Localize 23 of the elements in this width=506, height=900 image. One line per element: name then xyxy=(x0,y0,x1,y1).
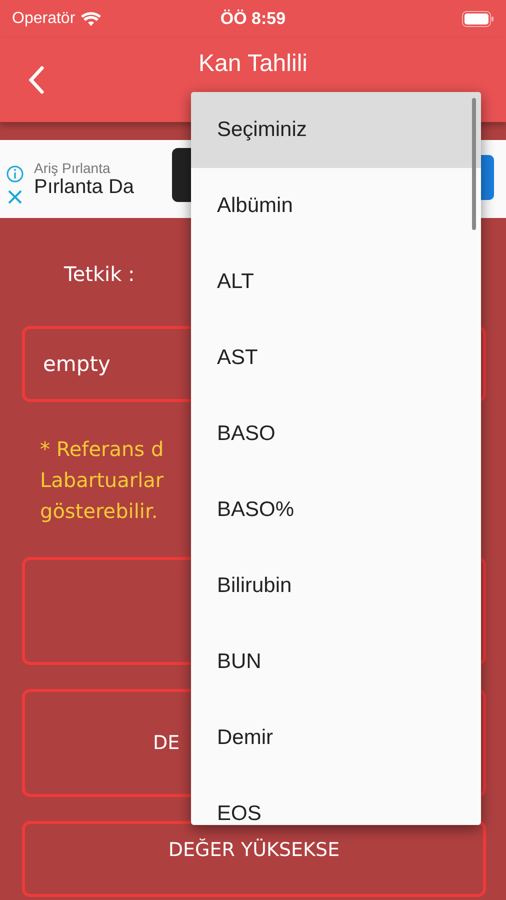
dropdown-option[interactable]: ALT xyxy=(191,244,481,320)
dropdown-option[interactable]: BASO% xyxy=(191,472,481,548)
scrollbar[interactable] xyxy=(472,98,476,230)
dropdown-option[interactable]: Bilirubin xyxy=(191,548,481,624)
note-text: gösterebilir. xyxy=(40,498,158,525)
dropdown-option[interactable]: Seçiminiz xyxy=(191,92,481,168)
dropdown-option[interactable]: AST xyxy=(191,320,481,396)
wifi-icon xyxy=(81,12,102,26)
dropdown-option[interactable]: BASO xyxy=(191,396,481,472)
dropdown-option[interactable]: BUN xyxy=(191,624,481,700)
dropdown-option[interactable]: Demir xyxy=(191,700,481,776)
screen-title: Kan Tahlili xyxy=(198,50,308,78)
tetkik-label: Tetkik : xyxy=(64,262,135,286)
ad-headline: Pırlanta Da xyxy=(34,176,134,198)
battery-icon xyxy=(462,11,494,27)
info-icon xyxy=(6,165,24,183)
note-text: Labartuarlar xyxy=(40,467,164,494)
dropdown-option[interactable]: Albümin xyxy=(191,168,481,244)
close-icon xyxy=(7,189,23,205)
carrier-name: Operatör xyxy=(12,10,76,28)
clock-time: ÖÖ 8:59 xyxy=(219,9,287,29)
advertiser-name: Ariş Pırlanta xyxy=(34,160,112,176)
note-text: * Referans d xyxy=(40,436,164,463)
